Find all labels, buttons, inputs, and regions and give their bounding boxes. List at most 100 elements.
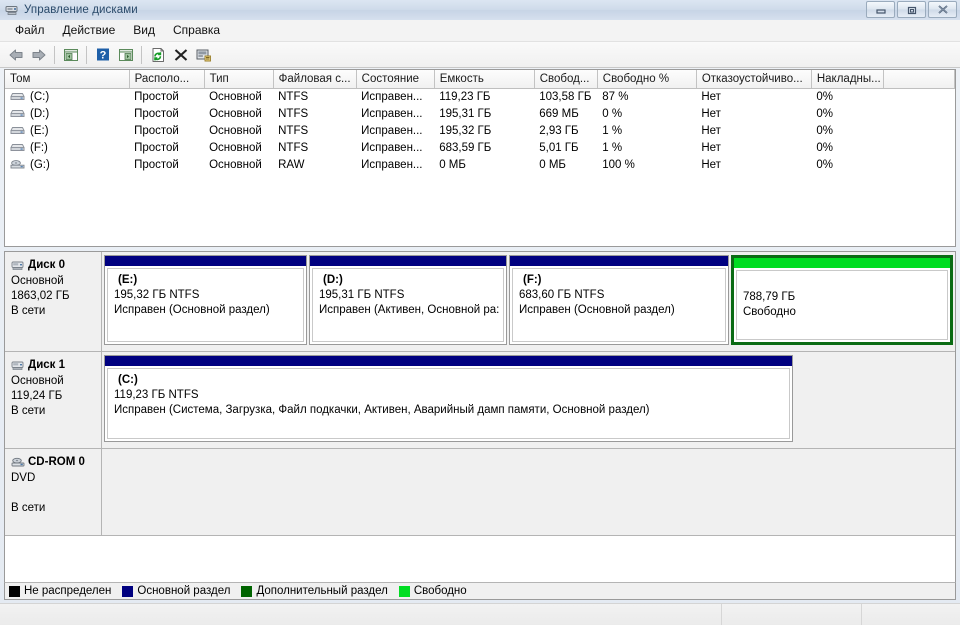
disk-info-0[interactable]: Диск 0 Основной 1863,02 ГБ В сети <box>5 252 102 351</box>
partition-color-bar <box>734 258 950 268</box>
volume-label: (G:) <box>30 158 50 171</box>
volume-column-header-2[interactable]: Тип <box>204 70 274 89</box>
table-row[interactable]: (E:) Простой Основной NTFS Исправен... 195,32… <box>5 122 955 139</box>
volume-list-pane[interactable]: Том Располо... Тип Файловая с... Состояние Ем… <box>4 69 956 247</box>
minimize-button[interactable] <box>866 1 895 18</box>
volume-cell-free: 5,01 ГБ <box>539 141 579 154</box>
partition-status: Исправен (Активен, Основной ра: <box>319 304 500 316</box>
legend-label: Дополнительный раздел <box>256 585 388 597</box>
help-icon[interactable]: ? <box>91 44 114 66</box>
show-action-pane-icon[interactable] <box>114 44 137 66</box>
volume-column-header-8[interactable]: Отказоустойчиво... <box>696 70 812 89</box>
volume-cell-name: (E:) <box>5 122 129 139</box>
table-row[interactable]: (G:) Простой Основной RAW Исправен... 0 МБ 0 М… <box>5 156 955 173</box>
partition-block[interactable]: (E:) 195,32 ГБ NTFS Исправен (Основной раз… <box>104 255 307 345</box>
volume-label: (E:) <box>30 124 49 137</box>
partition-block[interactable]: (C:) 119,23 ГБ NTFS Исправен (Система, Заг… <box>104 355 793 442</box>
back-icon[interactable] <box>4 44 27 66</box>
disk-partitions-0: (E:) 195,32 ГБ NTFS Исправен (Основной раз… <box>102 252 955 351</box>
close-button[interactable] <box>928 1 957 18</box>
partition-label: (C:) <box>118 374 138 386</box>
volume-cell-type: Основной <box>209 107 262 120</box>
partition-block[interactable]: (F:) 683,60 ГБ NTFS Исправен (Основной раз… <box>509 255 729 345</box>
volume-cell-status: Исправен... <box>361 124 423 137</box>
svg-text:?: ? <box>99 50 106 62</box>
partition-block[interactable]: 788,79 ГБ Свободно <box>731 255 953 345</box>
partition-details: 788,79 ГБ Свободно <box>736 270 948 340</box>
volume-cell-spacer <box>883 122 954 139</box>
disk-size <box>11 486 97 501</box>
menu-item-file[interactable]: Файл <box>6 21 54 40</box>
hard-disk-volume-icon <box>10 142 25 154</box>
volume-label: (F:) <box>30 141 48 154</box>
disk-row: Диск 1 Основной 119,24 ГБ В сети (C:) 119,23 … <box>5 352 955 449</box>
volume-cell-capacity: 683,59 ГБ <box>439 141 492 154</box>
table-row[interactable]: (C:) Простой Основной NTFS Исправен... 119,23… <box>5 88 955 105</box>
legend-label: Свободно <box>413 585 467 597</box>
disk-icon <box>11 361 24 370</box>
partition-size: 119,23 ГБ NTFS <box>114 389 199 401</box>
delete-icon[interactable] <box>169 44 192 66</box>
volume-cell-name: (F:) <box>5 139 129 156</box>
partition-details: (D:) 195,31 ГБ NTFS Исправен (Активен, Осн… <box>312 268 504 342</box>
menu-item-help[interactable]: Справка <box>164 21 229 40</box>
volume-cell-name: (C:) <box>5 88 129 105</box>
menu-item-action[interactable]: Действие <box>54 21 125 40</box>
partition-color-bar <box>105 356 792 366</box>
disk-graphic-pane[interactable]: Диск 0 Основной 1863,02 ГБ В сети (E:) 195,32… <box>4 251 956 582</box>
partition-details: (F:) 683,60 ГБ NTFS Исправен (Основной раз… <box>512 268 726 342</box>
volume-cell-status: Исправен... <box>361 141 423 154</box>
volume-cell-fault_tolerance: Нет <box>701 124 721 137</box>
volume-cell-capacity: 195,32 ГБ <box>439 124 492 137</box>
volume-column-header-10[interactable] <box>883 70 955 89</box>
volume-column-header-6[interactable]: Свобод... <box>534 70 598 89</box>
hard-disk-volume-icon <box>10 143 25 151</box>
hard-disk-volume-icon <box>10 125 25 137</box>
disk-info-2[interactable]: CD-ROM 0 DVD В сети <box>5 449 102 535</box>
volume-column-header-5[interactable]: Емкость <box>434 70 535 89</box>
volume-column-header-4[interactable]: Состояние <box>356 70 435 89</box>
menu-item-view[interactable]: Вид <box>124 21 164 40</box>
partition-legend: Не распределен Основной раздел Дополнитель… <box>4 582 956 600</box>
volume-column-header-0[interactable]: Том <box>5 70 130 89</box>
refresh-icon[interactable] <box>146 44 169 66</box>
rescan-disks-icon[interactable] <box>192 44 215 66</box>
restore-button[interactable] <box>897 1 926 18</box>
volume-label: (D:) <box>30 107 50 120</box>
legend-label: Основной раздел <box>137 585 231 597</box>
volume-cell-overhead: 0% <box>816 158 833 171</box>
volume-column-header-7[interactable]: Свободно % <box>597 70 697 89</box>
volume-cell-name: (G:) <box>5 156 129 173</box>
cdrom-volume-icon <box>10 159 25 168</box>
volume-column-header-9[interactable]: Накладны... <box>811 70 884 89</box>
volume-cell-name: (D:) <box>5 105 129 122</box>
partition-block[interactable]: (D:) 195,31 ГБ NTFS Исправен (Активен, Осн… <box>309 255 507 345</box>
disk-info-1[interactable]: Диск 1 Основной 119,24 ГБ В сети <box>5 352 102 448</box>
volume-cell-free_pct: 87 % <box>602 90 629 103</box>
toolbar-separator-2 <box>86 45 87 64</box>
status-panel-3 <box>862 604 960 625</box>
volume-cell-layout: Простой <box>134 158 179 171</box>
volume-column-header-1[interactable]: Располо... <box>129 70 205 89</box>
show-tree-icon[interactable] <box>59 44 82 66</box>
volume-column-header-3[interactable]: Файловая с... <box>273 70 357 89</box>
volume-cell-free: 0 МБ <box>539 158 566 171</box>
volume-cell-fs: NTFS <box>278 107 309 120</box>
volume-cell-fs: NTFS <box>278 124 309 137</box>
table-row[interactable]: (F:) Простой Основной NTFS Исправен... 683,59… <box>5 139 955 156</box>
volume-cell-free_pct: 100 % <box>602 158 635 171</box>
volume-cell-fault_tolerance: Нет <box>701 90 721 103</box>
forward-icon[interactable] <box>27 44 50 66</box>
partition-size: 195,32 ГБ NTFS <box>114 289 200 301</box>
partition-size: 195,31 ГБ NTFS <box>319 289 405 301</box>
partition-size: 788,79 ГБ <box>743 291 796 303</box>
disk-management-window: Управление дисками Файл Действие Вид Спр… <box>0 0 960 625</box>
partition-color-bar <box>105 256 306 266</box>
hard-disk-volume-icon <box>10 92 25 100</box>
volume-cell-fs: RAW <box>278 158 305 171</box>
disk-row: Диск 0 Основной 1863,02 ГБ В сети (E:) 195,32… <box>5 252 955 352</box>
volume-cell-overhead: 0% <box>816 107 833 120</box>
table-row[interactable]: (D:) Простой Основной NTFS Исправен... 195,31… <box>5 105 955 122</box>
disk-name: Диск 0 <box>28 259 66 271</box>
volume-cell-status: Исправен... <box>361 107 423 120</box>
